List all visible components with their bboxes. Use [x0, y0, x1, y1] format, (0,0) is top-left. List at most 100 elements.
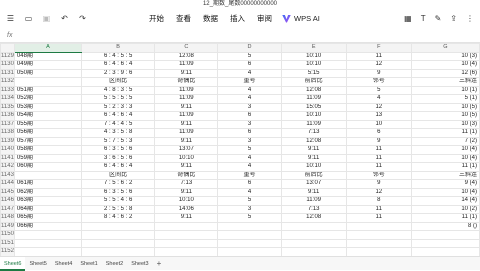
cell-range-ratio[interactable]: 7 : 4 : 4 : 5 — [81, 119, 156, 129]
cell-adjacent[interactable]: 11 — [345, 153, 412, 163]
cell-odd-even-ratio[interactable]: 11:09 — [154, 60, 219, 70]
menu-review[interactable]: 审阅 — [257, 13, 272, 24]
col-header-a[interactable]: A — [13, 43, 83, 53]
cell-front-back-ratio[interactable] — [280, 221, 347, 231]
col-header-g[interactable]: G — [410, 43, 480, 53]
cell-range-ratio[interactable]: 8 : 4 : 6 : 2 — [81, 213, 156, 223]
row-number[interactable]: 1151 — [0, 238, 15, 248]
cell-repeat[interactable]: 6 — [217, 128, 282, 138]
cell-front-back-ratio[interactable]: 前后比 — [280, 170, 347, 180]
cell-adjacent[interactable]: 5 — [345, 85, 412, 95]
cell-front-back-ratio[interactable]: 10:10 — [280, 51, 347, 61]
cell-adjacent[interactable]: 10 — [345, 119, 412, 129]
cell-front-back-ratio[interactable]: 9:11 — [280, 145, 347, 155]
cell-period[interactable]: 053期 — [13, 102, 83, 112]
cell-odd-even-ratio[interactable]: 11:09 — [154, 111, 219, 121]
cell-repeat[interactable]: 3 — [217, 119, 282, 129]
cell-odd-even-ratio[interactable]: 9:11 — [154, 119, 219, 129]
cell-odd-even-ratio[interactable]: 9:11 — [154, 162, 219, 172]
cell-odd-even-ratio[interactable]: 9:11 — [154, 136, 219, 146]
cell-triple-diagonal[interactable]: 7 (2) — [410, 136, 480, 146]
cell-adjacent[interactable]: 11 — [345, 162, 412, 172]
cell-odd-even-ratio[interactable] — [154, 230, 219, 240]
share-icon[interactable]: ⇪ — [450, 14, 457, 23]
cell-front-back-ratio[interactable] — [280, 238, 347, 248]
cell-repeat[interactable]: 6 — [217, 60, 282, 70]
formula-bar[interactable]: fx — [0, 29, 480, 43]
row-number[interactable]: 1137 — [0, 119, 15, 129]
row-number[interactable]: 1132 — [0, 77, 15, 87]
cell-range-ratio[interactable]: 7 : 5 : 6 : 2 — [81, 179, 156, 189]
cell-front-back-ratio[interactable] — [280, 230, 347, 240]
row-number[interactable]: 1149 — [0, 221, 15, 231]
sheet-tab-sheet4[interactable]: Sheet4 — [51, 257, 76, 271]
cell-range-ratio[interactable] — [81, 221, 156, 231]
col-header-c[interactable]: C — [154, 43, 219, 53]
cell-odd-even-ratio[interactable]: 11:09 — [154, 85, 219, 95]
cell-front-back-ratio[interactable]: 15:05 — [280, 102, 347, 112]
cell-period[interactable]: 055期 — [13, 119, 83, 129]
cell-triple-diagonal[interactable]: 10 (5) — [410, 102, 480, 112]
cell-repeat[interactable]: 5 — [217, 213, 282, 223]
cell-triple-diagonal[interactable]: 10 (4) — [410, 145, 480, 155]
cell-front-back-ratio[interactable]: 7:13 — [280, 128, 347, 138]
cell-repeat[interactable]: 4 — [217, 187, 282, 197]
text-icon[interactable]: T — [421, 14, 426, 23]
cell-odd-even-ratio[interactable]: 奇偶比 — [154, 77, 219, 87]
more-icon[interactable]: ⋮ — [466, 14, 474, 23]
cell-front-back-ratio[interactable]: 10:10 — [280, 60, 347, 70]
cell-range-ratio[interactable]: 6 : 4 : 6 : 4 — [81, 60, 156, 70]
cell-adjacent[interactable]: 12 — [345, 60, 412, 70]
cell-odd-even-ratio[interactable] — [154, 247, 219, 256]
select-all-corner[interactable] — [0, 43, 15, 53]
cell-triple-diagonal[interactable]: 11 (1) — [410, 128, 480, 138]
cell-range-ratio[interactable]: 2 : 3 : 9 : 6 — [81, 68, 156, 78]
pen-icon[interactable]: ✎ — [435, 14, 442, 23]
cell-adjacent[interactable] — [345, 238, 412, 248]
cell-front-back-ratio[interactable]: 9:11 — [280, 187, 347, 197]
cell-adjacent[interactable]: 邻号 — [345, 77, 412, 87]
row-number[interactable]: 1130 — [0, 60, 15, 70]
cell-range-ratio[interactable]: 2 : 5 : 5 : 8 — [81, 204, 156, 214]
cell-period[interactable]: 051期 — [13, 85, 83, 95]
cell-range-ratio[interactable]: 6 : 3 : 5 : 6 — [81, 187, 156, 197]
cell-odd-even-ratio[interactable] — [154, 238, 219, 248]
row-number[interactable]: 1139 — [0, 136, 15, 146]
cell-adjacent[interactable]: 9 — [345, 136, 412, 146]
cell-odd-even-ratio[interactable]: 12:08 — [154, 51, 219, 61]
cell-period[interactable] — [13, 238, 83, 248]
cell-adjacent[interactable]: 11 — [345, 51, 412, 61]
cell-period[interactable]: 056期 — [13, 128, 83, 138]
cell-repeat[interactable]: 6 — [217, 179, 282, 189]
row-number[interactable]: 1148 — [0, 213, 15, 223]
sheet-tab-sheet3[interactable]: Sheet3 — [127, 257, 152, 271]
cell-range-ratio[interactable]: 区间比 — [81, 170, 156, 180]
cell-repeat[interactable]: 5 — [217, 51, 282, 61]
row-number[interactable]: 1138 — [0, 128, 15, 138]
cell-range-ratio[interactable]: 6 : 4 : 6 : 4 — [81, 111, 156, 121]
cell-triple-diagonal[interactable]: 10 (2) — [410, 204, 480, 214]
row-number[interactable]: 1146 — [0, 196, 15, 206]
cell-period[interactable]: 066期 — [13, 221, 83, 231]
cell-adjacent[interactable]: 12 — [345, 102, 412, 112]
cell-adjacent[interactable]: 9 — [345, 68, 412, 78]
sheet-tab-sheet6[interactable]: Sheet6 — [0, 256, 26, 271]
cell-odd-even-ratio[interactable]: 9:11 — [154, 68, 219, 78]
cell-triple-diagonal[interactable]: 10 (3) — [410, 119, 480, 129]
cell-triple-diagonal[interactable] — [410, 238, 480, 248]
cell-odd-even-ratio[interactable] — [154, 221, 219, 231]
cell-adjacent[interactable]: 8 — [345, 196, 412, 206]
add-sheet-icon[interactable]: + — [157, 259, 162, 268]
cell-adjacent[interactable] — [345, 230, 412, 240]
undo-icon[interactable]: ↶ — [60, 14, 69, 23]
spreadsheet-grid[interactable]: A B C D E F G 1129 048期 6 : 4 : 5 : 5 12:08… — [0, 43, 480, 256]
row-number[interactable]: 1134 — [0, 94, 15, 104]
cell-front-back-ratio[interactable]: 12:08 — [280, 85, 347, 95]
cell-range-ratio[interactable]: 区间比 — [81, 77, 156, 87]
cell-front-back-ratio[interactable]: 11:09 — [280, 94, 347, 104]
menu-icon[interactable]: ☰ — [6, 14, 15, 23]
cell-period[interactable]: 048期 — [13, 51, 83, 61]
sheet-tab-sheet2[interactable]: Sheet2 — [102, 257, 127, 271]
cell-front-back-ratio[interactable]: 13:07 — [280, 179, 347, 189]
row-number[interactable]: 1145 — [0, 187, 15, 197]
